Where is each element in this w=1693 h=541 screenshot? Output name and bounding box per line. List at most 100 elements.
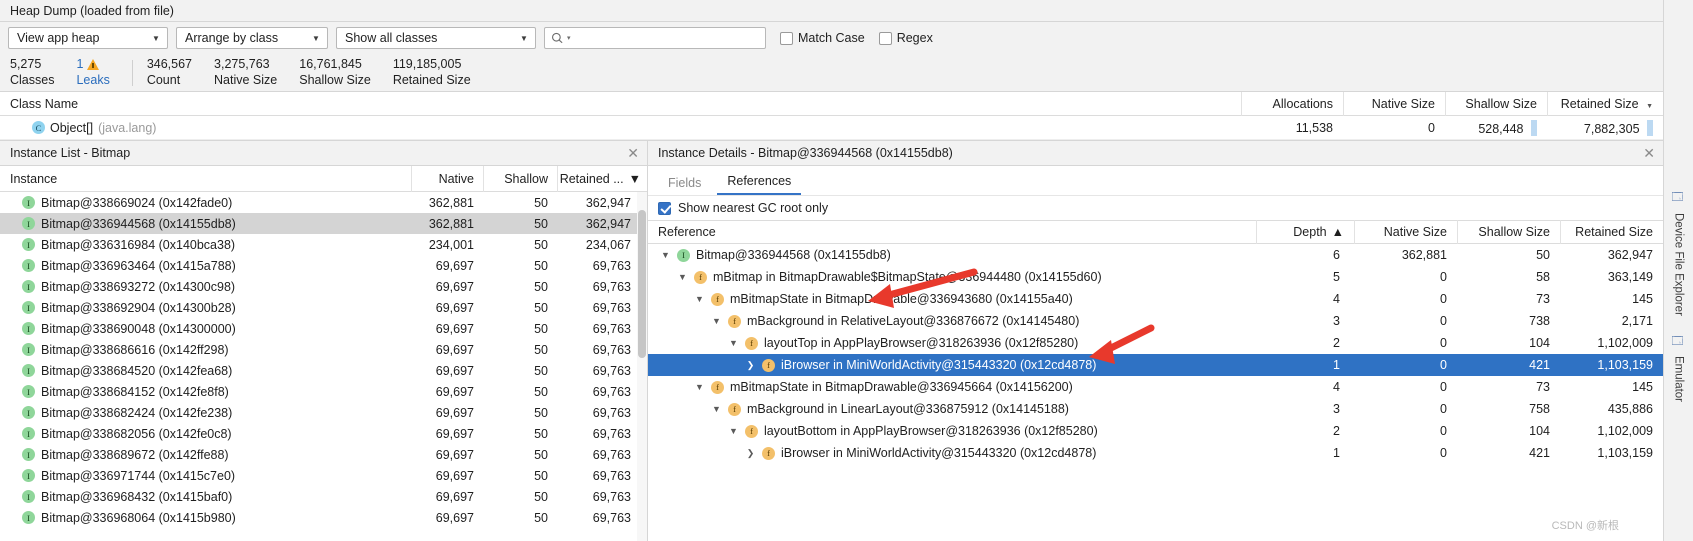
retained-size-cell: 362,947 — [585, 216, 631, 231]
instance-row[interactable]: I Bitmap@336963464 (0x1415a788) 69,697 50 69… — [0, 255, 647, 276]
reference-row[interactable]: ❯ f iBrowser in MiniWorldActivity@31544332… — [648, 442, 1663, 464]
tab-fields[interactable]: Fields — [658, 176, 711, 195]
column-shallow-size[interactable]: Shallow Size — [1457, 220, 1560, 244]
chevron-down-icon[interactable]: ▼ — [728, 426, 739, 436]
instance-badge-icon: I — [22, 385, 35, 398]
instance-badge-icon: I — [22, 238, 35, 251]
column-shallow-size[interactable]: Shallow Size — [1445, 91, 1547, 116]
reference-name-cell: ▼ f mBitmapState in BitmapDrawable@3369436… — [648, 292, 1256, 306]
instance-row[interactable]: I Bitmap@338684520 (0x142fea68) 69,697 50 69… — [0, 360, 647, 381]
scrollbar-thumb[interactable] — [638, 210, 646, 358]
chevron-down-icon[interactable]: ▼ — [694, 382, 705, 392]
instance-row[interactable]: I Bitmap@336968064 (0x1415b980) 69,697 50 69… — [0, 507, 647, 528]
shallow-size-cell: 50 — [534, 384, 548, 399]
instance-row[interactable]: I Bitmap@338669024 (0x142fade0) 362,881 50 3… — [0, 192, 647, 213]
instance-row[interactable]: I Bitmap@338682424 (0x142fe238) 69,697 50 69… — [0, 402, 647, 423]
sidebar-item-emulator[interactable]: 🗔 Emulator — [1669, 324, 1688, 411]
column-retained-size[interactable]: Retained Size ▼ — [1547, 91, 1663, 116]
checkbox-box[interactable] — [878, 31, 892, 45]
chevron-down-icon[interactable]: ▼ — [660, 250, 671, 260]
native-size-cell: 69,697 — [435, 342, 474, 357]
instance-row[interactable]: I Bitmap@336316984 (0x140bca38) 234,001 50 2… — [0, 234, 647, 255]
heap-dump-window: Heap Dump (loaded from file) View app he… — [0, 0, 1693, 541]
instance-row[interactable]: I Bitmap@336968432 (0x1415baf0) 69,697 50 69… — [0, 486, 647, 507]
instance-row[interactable]: I Bitmap@338692904 (0x14300b28) 69,697 50 69… — [0, 297, 647, 318]
instance-name-cell: I Bitmap@338693272 (0x14300c98) — [0, 280, 411, 294]
show-classes-dropdown[interactable]: Show all classes ▼ — [336, 27, 536, 49]
match-case-checkbox[interactable]: Match Case — [780, 31, 865, 45]
instance-row[interactable]: I Bitmap@338682056 (0x142fe0c8) 69,697 50 69… — [0, 423, 647, 444]
native-size-cell: 0 — [1428, 120, 1435, 135]
show-nearest-gc-root-label: Show nearest GC root only — [678, 201, 829, 215]
column-shallow-size[interactable]: Shallow Size — [483, 165, 557, 212]
window-title: Heap Dump (loaded from file) — [0, 0, 1663, 22]
chevron-down-icon[interactable]: ▼ — [728, 338, 739, 348]
stat-leaks-label[interactable]: Leaks — [76, 73, 109, 89]
reference-row[interactable]: ❯ f iBrowser in MiniWorldActivity@31544332… — [648, 354, 1663, 376]
column-instance[interactable]: Instance — [0, 172, 411, 186]
instance-badge-icon: I — [22, 469, 35, 482]
chevron-down-icon[interactable]: ▼ — [677, 272, 688, 282]
search-box[interactable]: ▾ — [544, 27, 766, 49]
instance-list-scrollbar[interactable] — [637, 192, 647, 541]
close-icon[interactable]: ✕ — [1643, 146, 1655, 160]
search-input[interactable] — [573, 30, 759, 46]
instance-row[interactable]: I Bitmap@336944568 (0x14155db8) 362,881 50 3… — [0, 213, 647, 234]
reference-name-cell: ▼ f mBackground in RelativeLayout@33687667… — [648, 314, 1256, 328]
column-native-size[interactable]: Native Size — [1343, 91, 1445, 116]
tab-references[interactable]: References — [717, 174, 802, 195]
column-allocations[interactable]: Allocations — [1241, 91, 1343, 116]
native-size-cell: 69,697 — [435, 279, 474, 294]
show-nearest-gc-root-checkbox[interactable] — [658, 201, 671, 215]
sidebar-item-device-file-explorer[interactable]: 🗔 Device File Explorer — [1669, 180, 1688, 324]
arrange-by-dropdown[interactable]: Arrange by class ▼ — [176, 27, 328, 49]
regex-checkbox[interactable]: Regex — [878, 31, 933, 45]
retained-size-cell: 69,763 — [592, 321, 631, 336]
instance-name-text: Bitmap@338686616 (0x142ff298) — [41, 342, 229, 357]
shallow-size-cell: 50 — [534, 321, 548, 336]
column-class-name[interactable]: Class Name — [0, 97, 1241, 111]
reference-row[interactable]: ▼ I Bitmap@336944568 (0x14155db8) 6 362,881 5… — [648, 244, 1663, 266]
reference-row[interactable]: ▼ f mBackground in LinearLayout@336875912 … — [648, 398, 1663, 420]
chevron-down-icon[interactable]: ▼ — [711, 316, 722, 326]
instance-row[interactable]: I Bitmap@338693272 (0x14300c98) 69,697 50 69… — [0, 276, 647, 297]
reference-row[interactable]: ▼ f mBackground in RelativeLayout@33687667… — [648, 310, 1663, 332]
search-dropdown-icon[interactable]: ▾ — [567, 34, 571, 42]
column-native-size[interactable]: Native Size — [1354, 220, 1457, 244]
column-native-size[interactable]: Native Size — [411, 165, 483, 212]
retained-size-cell: 1,102,009 — [1597, 424, 1653, 438]
reference-row[interactable]: ▼ f mBitmapState in BitmapDrawable@3369456… — [648, 376, 1663, 398]
column-retained-size[interactable]: Retained ... ▼ — [557, 165, 647, 192]
instance-row[interactable]: I Bitmap@336971744 (0x1415c7e0) 69,697 50 69… — [0, 465, 647, 486]
table-row[interactable]: C Object[] (java.lang) 11,538 0 528,448 … — [0, 116, 1663, 140]
lower-split: Instance List - Bitmap ✕ Instance Native… — [0, 140, 1663, 541]
instance-row[interactable]: I Bitmap@338690048 (0x14300000) 69,697 50 69… — [0, 318, 647, 339]
shallow-size-cell: 50 — [534, 405, 548, 420]
instance-row[interactable]: I Bitmap@338684152 (0x142fe8f8) 69,697 50 69… — [0, 381, 647, 402]
stat-leaks[interactable]: 1 Leaks — [76, 57, 109, 88]
view-heap-dropdown[interactable]: View app heap ▼ — [8, 27, 168, 49]
reference-row[interactable]: ▼ f mBitmapState in BitmapDrawable@3369436… — [648, 288, 1663, 310]
chevron-right-icon[interactable]: ❯ — [745, 360, 756, 371]
close-icon[interactable]: ✕ — [627, 146, 639, 160]
checkbox-box[interactable] — [780, 31, 793, 45]
reference-row[interactable]: ▼ f layoutTop in AppPlayBrowser@318263936 … — [648, 332, 1663, 354]
column-retained-size[interactable]: Retained Size — [1560, 220, 1663, 244]
shallow-size-cell: 50 — [534, 279, 548, 294]
depth-cell: 2 — [1333, 424, 1340, 438]
depth-cell: 3 — [1333, 402, 1340, 416]
chevron-down-icon[interactable]: ▼ — [694, 294, 705, 304]
instance-row[interactable]: I Bitmap@338686616 (0x142ff298) 69,697 50 69… — [0, 339, 647, 360]
column-reference[interactable]: Reference — [648, 225, 1256, 239]
instance-row[interactable]: I Bitmap@338689672 (0x142ffe88) 69,697 50 69… — [0, 444, 647, 465]
depth-cell: 2 — [1333, 336, 1340, 350]
chevron-down-icon[interactable]: ▼ — [711, 404, 722, 414]
stat-leaks-value: 1 — [76, 57, 109, 73]
native-size-cell: 69,697 — [435, 363, 474, 378]
reference-row[interactable]: ▼ f layoutBottom in AppPlayBrowser@3182639… — [648, 420, 1663, 442]
chevron-right-icon[interactable]: ❯ — [745, 448, 756, 459]
native-size-cell: 0 — [1440, 446, 1447, 460]
view-heap-dropdown-label: View app heap — [17, 31, 100, 45]
reference-row[interactable]: ▼ f mBitmap in BitmapDrawable$BitmapState@… — [648, 266, 1663, 288]
column-depth[interactable]: Depth ▲ — [1256, 220, 1354, 244]
